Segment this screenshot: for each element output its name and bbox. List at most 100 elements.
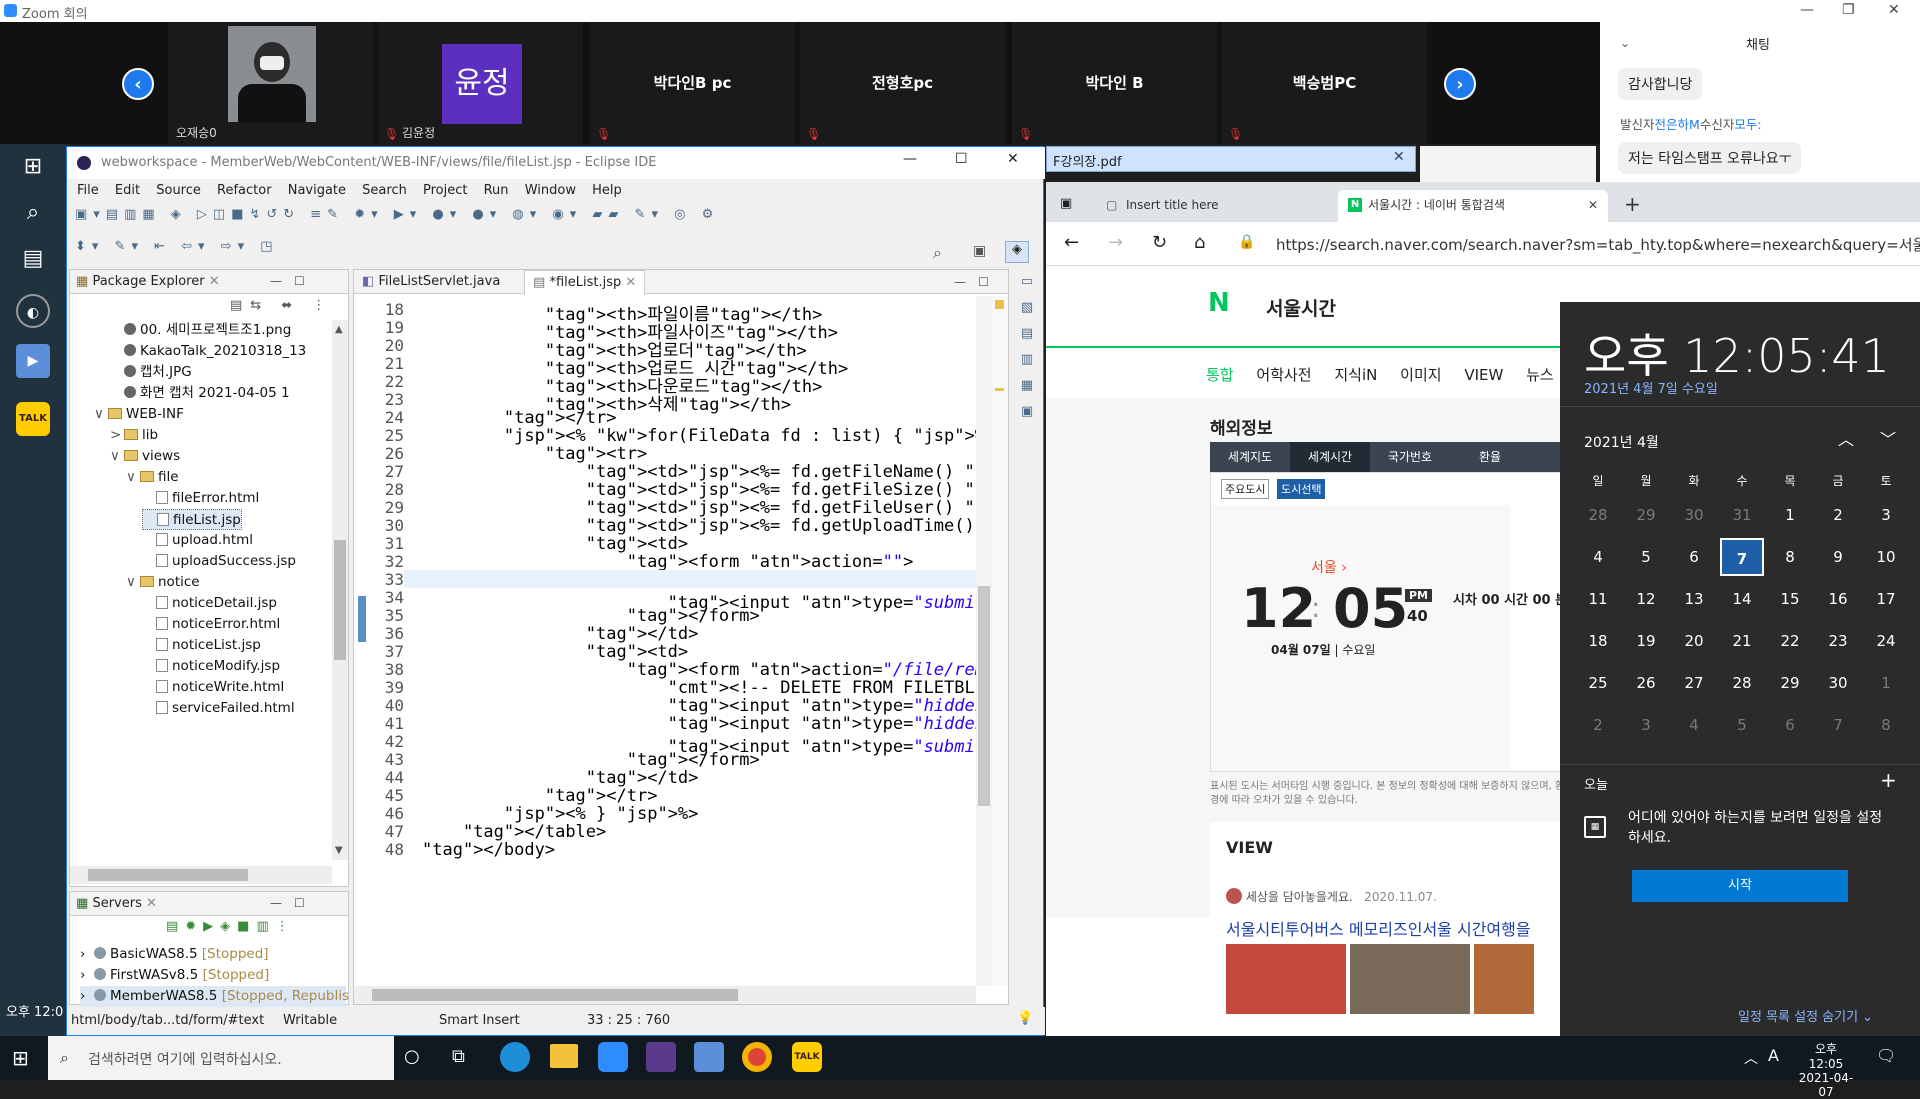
- horizontal-scrollbar[interactable]: [70, 866, 332, 884]
- chevron-up-icon[interactable]: ︿: [1744, 1048, 1758, 1068]
- tree-file[interactable]: upload.html: [142, 530, 253, 551]
- kakaotalk-icon[interactable]: TALK: [16, 402, 50, 436]
- tree-folder[interactable]: ∨ views: [110, 446, 180, 467]
- code-line[interactable]: "tag"><td>: [422, 534, 688, 554]
- server-item[interactable]: › MemberWAS8.5 [Stopped, Republis: [80, 986, 349, 1007]
- search-query[interactable]: 서울시간: [1266, 294, 1336, 321]
- calendar-day[interactable]: 5: [1624, 538, 1668, 576]
- task-view-icon[interactable]: ⧉: [452, 1046, 465, 1067]
- calendar-day[interactable]: 17: [1864, 580, 1908, 618]
- code-line[interactable]: [404, 570, 976, 588]
- calendar-day[interactable]: 31: [1720, 496, 1764, 534]
- calendar-day[interactable]: 7: [1816, 706, 1860, 744]
- menu-search[interactable]: Search: [362, 183, 407, 198]
- calendar-day[interactable]: 10: [1864, 538, 1908, 576]
- post-thumbnail[interactable]: [1226, 944, 1346, 1014]
- participant-tile[interactable]: 전형호pc 🎙: [800, 22, 1005, 144]
- calendar-day[interactable]: 7: [1720, 538, 1764, 576]
- participant-tile[interactable]: 윤정 🎙 김윤정: [378, 22, 583, 144]
- chevron-up-icon[interactable]: ︿: [1838, 426, 1854, 450]
- chevron-down-icon[interactable]: ∨: [126, 467, 140, 488]
- calendar-day[interactable]: 24: [1864, 622, 1908, 660]
- code-line[interactable]: "tag"><td>"jsp"><%= fd.getFileName() "js…: [422, 462, 976, 482]
- java-ee-perspective-icon[interactable]: ◈: [1005, 241, 1029, 263]
- chrome-icon[interactable]: [742, 1042, 772, 1072]
- vertical-scrollbar[interactable]: ▲ ▼: [332, 320, 348, 860]
- media-icon[interactable]: ▶: [16, 344, 50, 378]
- toolbar-icons[interactable]: ⬍▾ ✎▾ ⇤ ⇦▾ ⇨▾ ◳: [75, 239, 279, 254]
- tree-folder[interactable]: ∨ file: [126, 467, 179, 488]
- code-line[interactable]: "tag"></td>: [422, 768, 699, 788]
- minimize-panel-icon[interactable]: —: [954, 270, 966, 294]
- code-line[interactable]: "jsp"><% } "jsp">%>: [422, 804, 699, 824]
- server-item[interactable]: › BasicWAS8.5 [Stopped]: [80, 944, 269, 965]
- obs-icon[interactable]: ◐: [16, 294, 50, 328]
- cortana-icon[interactable]: ○: [404, 1046, 420, 1067]
- calendar-day[interactable]: 14: [1720, 580, 1764, 618]
- calendar-day[interactable]: 29: [1768, 664, 1812, 702]
- minimize-panel-icon[interactable]: —: [270, 274, 282, 288]
- tab-filelist-jsp[interactable]: ▤ *fileList.jsp ✕: [524, 270, 646, 295]
- code-line[interactable]: "tag"></body>: [422, 840, 555, 860]
- edge-icon[interactable]: [500, 1042, 530, 1072]
- tree-file[interactable]: noticeDetail.jsp: [142, 593, 277, 614]
- participant-tile[interactable]: 오재승0: [168, 22, 373, 144]
- code-line[interactable]: "tag"><form "atn">action="">: [422, 552, 914, 572]
- close-icon[interactable]: ✕: [1007, 151, 1019, 167]
- menu-window[interactable]: Window: [525, 183, 576, 198]
- calendar-day[interactable]: 27: [1672, 664, 1716, 702]
- code-line[interactable]: "tag"></table>: [422, 822, 606, 842]
- hide-agenda-link[interactable]: 일정 목록 설정 숨기기 ⌄: [1738, 1006, 1873, 1025]
- calendar-day[interactable]: 6: [1672, 538, 1716, 576]
- code-line[interactable]: "tag"><td>"jsp"><%= fd.getFileSize() "js…: [422, 480, 976, 500]
- flyout-date[interactable]: 2021년 4월 7일 수요일: [1584, 378, 1718, 397]
- menu-run[interactable]: Run: [484, 183, 509, 198]
- windows-start-icon[interactable]: ⊞: [12, 1046, 29, 1070]
- code-line[interactable]: "tag"></td>: [422, 624, 699, 644]
- search-icon[interactable]: ⌕: [16, 196, 50, 230]
- tab-filelistservlet[interactable]: ◧ FileListServlet.java: [362, 270, 500, 294]
- search-icon[interactable]: ⌕: [933, 243, 942, 263]
- server-item[interactable]: › FirstWASv8.5 [Stopped]: [80, 965, 269, 986]
- calendar-day[interactable]: 23: [1816, 622, 1860, 660]
- code-line[interactable]: "tag"></tr>: [422, 786, 658, 806]
- code-line[interactable]: "tag"></form>: [422, 750, 760, 770]
- calendar-day[interactable]: 2: [1576, 706, 1620, 744]
- chevron-down-icon[interactable]: ﹀: [1880, 426, 1896, 450]
- tree-file[interactable]: 캡처.JPG: [110, 362, 192, 383]
- media-icon[interactable]: [694, 1042, 724, 1072]
- menu-navigate[interactable]: Navigate: [288, 183, 346, 198]
- minimize-icon[interactable]: —: [903, 151, 917, 167]
- naver-logo[interactable]: N: [1208, 288, 1230, 318]
- add-event-icon[interactable]: +: [1880, 768, 1897, 792]
- chevron-down-icon[interactable]: ∨: [94, 404, 108, 425]
- kakaotalk-icon[interactable]: TALK: [792, 1042, 822, 1072]
- code-line[interactable]: "tag"><td>"jsp"><%= fd.getFileUser() "js…: [422, 498, 976, 518]
- tree-folder[interactable]: > lib: [110, 425, 158, 446]
- calendar-day[interactable]: 28: [1576, 496, 1620, 534]
- code-line[interactable]: "tag"><form "atn">action="/file/remove" …: [422, 660, 976, 680]
- tree-folder[interactable]: ∨ notice: [126, 572, 200, 593]
- code-line[interactable]: "tag"><input "atn">type="hidden" "atn">n…: [422, 696, 976, 716]
- file-explorer-icon[interactable]: [550, 1044, 578, 1068]
- calendar-day[interactable]: 1: [1768, 496, 1812, 534]
- minimize-icon[interactable]: —: [1800, 2, 1814, 18]
- prev-page-button[interactable]: ‹: [122, 68, 154, 100]
- calendar-month[interactable]: 2021년 4월: [1584, 432, 1659, 452]
- calendar-day[interactable]: 30: [1672, 496, 1716, 534]
- tree-file[interactable]: serviceFailed.html: [142, 698, 295, 719]
- calendar-day[interactable]: 5: [1720, 706, 1764, 744]
- maximize-panel-icon[interactable]: ☐: [294, 896, 305, 910]
- tab-actions-icon[interactable]: ▣: [1060, 196, 1072, 211]
- code-line[interactable]: "tag"><input "atn">type="hidden" "atn">n…: [422, 714, 976, 734]
- menu-edit[interactable]: Edit: [115, 183, 140, 198]
- code-line[interactable]: "tag"><td>: [422, 642, 688, 662]
- tree-file[interactable]: fileList.jsp: [142, 509, 242, 530]
- ime-indicator[interactable]: A: [1768, 1046, 1779, 1065]
- servers-tab[interactable]: ▦ Servers ✕: [70, 892, 348, 916]
- home-icon[interactable]: ⌂: [1194, 232, 1205, 253]
- tree-file[interactable]: noticeList.jsp: [142, 635, 261, 656]
- calendar-day[interactable]: 18: [1576, 622, 1620, 660]
- chevron-down-icon[interactable]: ∨: [126, 572, 140, 593]
- calendar-day[interactable]: 15: [1768, 580, 1812, 618]
